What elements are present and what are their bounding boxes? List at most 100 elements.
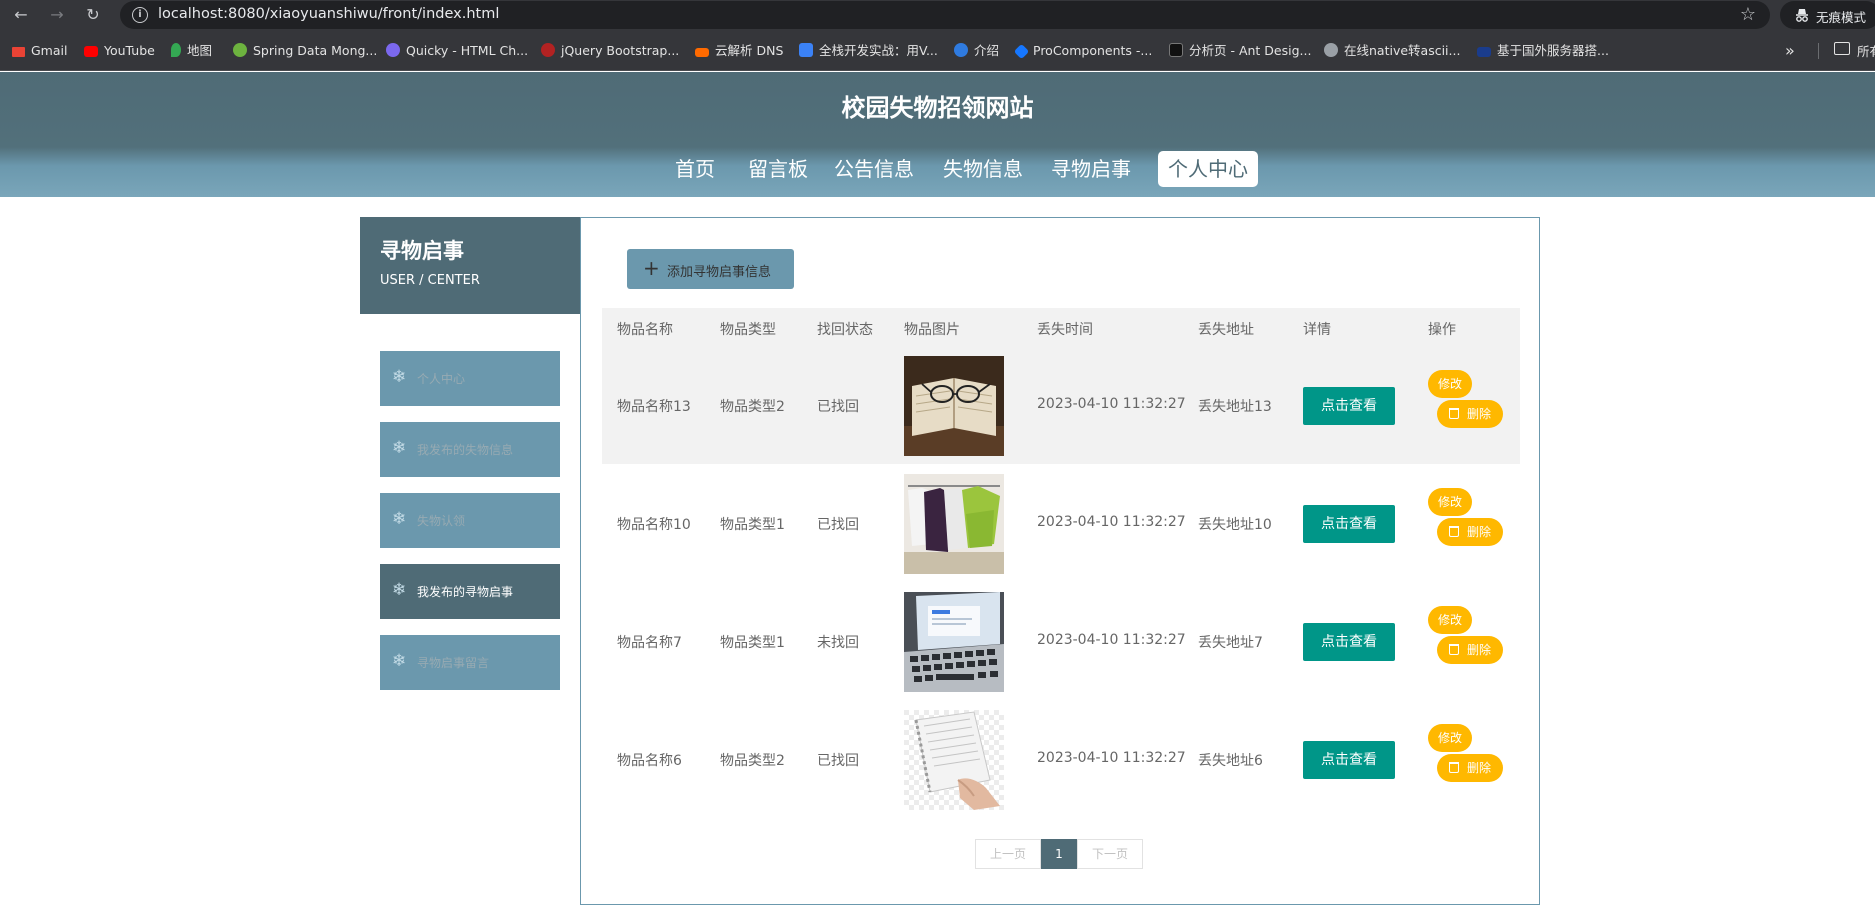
bookmark-item[interactable]: YouTube [84, 41, 155, 61]
intro-icon [954, 43, 968, 57]
folder-icon[interactable] [1834, 42, 1850, 55]
delete-button[interactable]: 删除 [1437, 518, 1503, 546]
snowflake-icon: ❄ [392, 580, 407, 600]
edit-button[interactable]: 修改 [1428, 724, 1472, 752]
table-row: 物品名称10 物品类型1 已找回 2023-04-10 11:32:27 丢失地… [602, 464, 1520, 582]
bookmark-item[interactable]: Spring Data Mong... [233, 41, 377, 61]
bookmarks-divider [1818, 43, 1819, 59]
sidebar-item-my-lost-items[interactable]: ❄ 我发布的失物信息 [380, 422, 560, 477]
lost-time: 2023-04-10 11:32:27 [1037, 396, 1186, 412]
url-text[interactable]: localhost:8080/xiaoyuanshiwu/front/index… [158, 6, 499, 22]
reload-icon[interactable]: ↻ [82, 4, 104, 26]
bookmark-label: 基于国外服务器搭... [1497, 43, 1609, 58]
sidebar-item-user-center[interactable]: ❄ 个人中心 [380, 351, 560, 406]
edit-button[interactable]: 修改 [1428, 488, 1472, 516]
prev-page-button[interactable]: 上一页 [975, 839, 1041, 869]
site-info-icon[interactable]: i [132, 7, 148, 23]
found-status: 已找回 [817, 517, 859, 533]
delete-button[interactable]: 删除 [1437, 636, 1503, 664]
incognito-indicator[interactable]: 无痕模式 [1780, 1, 1875, 29]
sidebar-title: 寻物启事 [380, 239, 464, 263]
page-number-current[interactable]: 1 [1041, 839, 1077, 869]
m-icon [799, 43, 813, 57]
view-details-button[interactable]: 点击查看 [1303, 741, 1395, 779]
snowflake-icon: ❄ [392, 509, 407, 529]
view-details-button[interactable]: 点击查看 [1303, 623, 1395, 661]
bookmark-label: YouTube [104, 43, 155, 58]
bookmark-item[interactable]: 全栈开发实战：用V... [799, 41, 938, 61]
bookmark-item[interactable]: 云解析 DNS [695, 41, 783, 61]
item-type: 物品类型2 [720, 753, 785, 769]
gmail-icon [12, 47, 25, 57]
nav-lost-items[interactable]: 失物信息 [938, 151, 1028, 187]
item-image [904, 474, 1004, 574]
snowflake-icon: ❄ [392, 651, 407, 671]
incognito-label: 无痕模式 [1816, 10, 1867, 25]
nav-home[interactable]: 首页 [660, 151, 730, 187]
item-name: 物品名称7 [617, 635, 682, 651]
globe-icon [1324, 43, 1338, 57]
found-status: 已找回 [817, 399, 859, 415]
aliyun-icon [695, 48, 709, 57]
trash-icon [1449, 644, 1459, 655]
nav-lost-notices[interactable]: 寻物启事 [1046, 151, 1136, 187]
site-title: 校园失物招领网站 [841, 94, 1034, 122]
table-row: 物品名称7 物品类型1 未找回 2023-04-10 11:32:27 丢失地址… [602, 582, 1520, 700]
edit-button[interactable]: 修改 [1428, 606, 1472, 634]
delete-button[interactable]: 删除 [1437, 400, 1503, 428]
maps-icon [171, 43, 181, 57]
column-header: 丢失地址 [1198, 322, 1254, 338]
column-header: 丢失时间 [1037, 322, 1093, 338]
snowflake-icon: ❄ [392, 438, 407, 458]
address-bar[interactable]: i localhost:8080/xiaoyuanshiwu/front/ind… [120, 1, 1770, 29]
bookmark-item[interactable]: 基于国外服务器搭... [1477, 41, 1609, 61]
bookmark-item[interactable]: 分析页 - Ant Desig... [1169, 41, 1311, 61]
bookmark-item[interactable]: 介绍 [954, 41, 999, 61]
sidebar-item-claims[interactable]: ❄ 失物认领 [380, 493, 560, 548]
all-bookmarks-link[interactable]: 所有 [1857, 41, 1875, 60]
nav-message-board[interactable]: 留言板 [738, 151, 818, 187]
add-notice-button[interactable]: + 添加寻物启事信息 [627, 249, 794, 289]
sidebar-item-notice-comments[interactable]: ❄ 寻物启事留言 [380, 635, 560, 690]
sidebar-item-label: 寻物启事留言 [417, 656, 490, 670]
edit-button[interactable]: 修改 [1428, 370, 1472, 398]
nav-user-center[interactable]: 个人中心 [1158, 151, 1258, 187]
next-page-button[interactable]: 下一页 [1077, 839, 1143, 869]
bookmark-label: ProComponents -... [1033, 43, 1153, 58]
column-header: 物品名称 [617, 322, 673, 338]
bookmark-item[interactable]: Gmail [12, 41, 67, 61]
sidebar-item-label: 个人中心 [417, 372, 466, 386]
delete-button[interactable]: 删除 [1437, 754, 1503, 782]
bookmark-label: 分析页 - Ant Desig... [1189, 43, 1312, 58]
item-image [904, 710, 1004, 810]
item-name: 物品名称10 [617, 517, 691, 533]
bookmark-label: jQuery Bootstrap... [561, 43, 680, 58]
column-header: 操作 [1428, 322, 1456, 338]
delete-label: 删除 [1467, 407, 1492, 421]
found-status: 已找回 [817, 753, 859, 769]
spring-icon [233, 43, 247, 57]
bookmark-item[interactable]: 地图 [171, 41, 212, 61]
sidebar-item-my-notices[interactable]: ❄ 我发布的寻物启事 [380, 564, 560, 619]
bookmark-item[interactable]: Quicky - HTML Ch... [386, 41, 528, 61]
bookmark-label: Gmail [31, 43, 68, 58]
lost-address: 丢失地址10 [1198, 517, 1272, 533]
bookmarks-overflow-icon[interactable]: » [1785, 41, 1795, 60]
table-row: 物品名称13 物品类型2 已找回 2023-04-10 11:32:27 丢失地… [602, 346, 1520, 464]
view-details-button[interactable]: 点击查看 [1303, 505, 1395, 543]
column-header: 物品类型 [720, 322, 776, 338]
bookmark-label: 地图 [187, 43, 213, 58]
sidebar-item-label: 我发布的失物信息 [417, 443, 514, 457]
trash-icon [1449, 762, 1459, 773]
bookmark-star-icon[interactable]: ☆ [1740, 4, 1756, 25]
forward-icon[interactable]: → [46, 4, 68, 26]
nav-announcements[interactable]: 公告信息 [829, 151, 919, 187]
bookmarks-bar: Gmail YouTube 地图 Spring Data Mong... Qui… [0, 30, 1875, 71]
item-name: 物品名称13 [617, 399, 691, 415]
bookmark-item[interactable]: jQuery Bootstrap... [541, 41, 679, 61]
bookmark-item[interactable]: ProComponents -... [1013, 41, 1153, 61]
back-icon[interactable]: ← [10, 4, 32, 26]
view-details-button[interactable]: 点击查看 [1303, 387, 1395, 425]
sidebar-subtitle: USER / CENTER [380, 273, 480, 288]
bookmark-item[interactable]: 在线native转ascii... [1324, 41, 1460, 61]
